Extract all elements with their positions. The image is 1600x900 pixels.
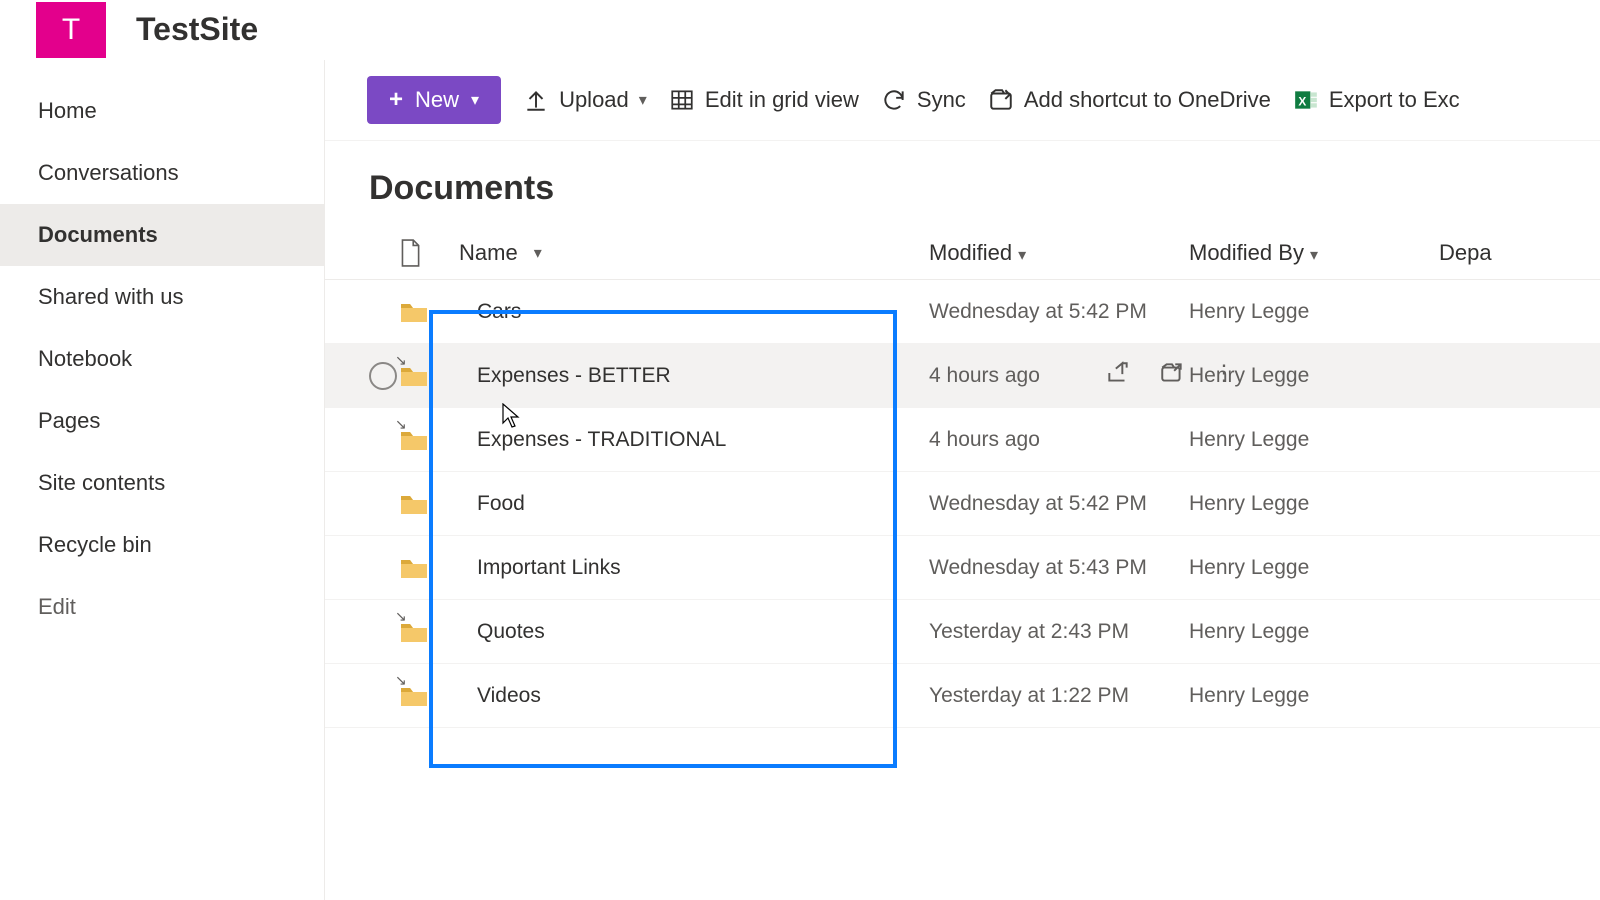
edit-grid-label: Edit in grid view (705, 87, 859, 113)
grid-icon (669, 87, 695, 113)
tick-mark: ↘ (395, 352, 407, 369)
chevron-down-icon: ▾ (534, 243, 542, 263)
folder-icon (399, 556, 429, 580)
site-title[interactable]: TestSite (136, 11, 258, 48)
row-modified: Wednesday at 5:43 PM (929, 556, 1189, 580)
row-modified: Yesterday at 1:22 PM (929, 684, 1189, 708)
tick-mark: ↘ (395, 672, 407, 689)
add-shortcut-label: Add shortcut to OneDrive (1024, 87, 1271, 113)
row-select-ring[interactable] (369, 362, 397, 390)
export-button[interactable]: X Export to Exc (1293, 87, 1460, 113)
chevron-down-icon: ▾ (471, 90, 479, 110)
site-header: T TestSite (0, 0, 1600, 60)
shortcut-icon (988, 87, 1014, 113)
chevron-down-icon: ▾ (1018, 247, 1026, 264)
tick-mark: ↘ (395, 608, 407, 625)
toolbar: + New ▾ Upload ▾ Edit in grid view Sync … (325, 60, 1600, 141)
sidebar-item-pages[interactable]: Pages (0, 390, 324, 452)
sidebar-item-home[interactable]: Home (0, 80, 324, 142)
row-modified: Wednesday at 5:42 PM (929, 492, 1189, 516)
sync-icon (881, 87, 907, 113)
row-name[interactable]: Quotes (477, 620, 545, 644)
upload-button[interactable]: Upload ▾ (523, 87, 647, 113)
row-modified-by: Henry Legge (1189, 492, 1439, 516)
row-name[interactable]: Cars (477, 300, 521, 324)
svg-text:X: X (1298, 94, 1306, 108)
row-name[interactable]: Videos (477, 684, 541, 708)
row-modified-by: Henry Legge (1189, 620, 1439, 644)
upload-label: Upload (559, 87, 629, 113)
site-logo[interactable]: T (36, 2, 106, 58)
add-shortcut-button[interactable]: Add shortcut to OneDrive (988, 87, 1271, 113)
table-row[interactable]: ↘VideosYesterday at 1:22 PMHenry Legge⋮ (325, 664, 1600, 728)
sync-label: Sync (917, 87, 966, 113)
more-actions-icon[interactable]: ⋮ (1213, 360, 1237, 392)
export-label: Export to Exc (1329, 87, 1460, 113)
sidebar-item-site-contents[interactable]: Site contents (0, 452, 324, 514)
table-header: Name▾ Modified▾ Modified By▾ Depa (325, 226, 1600, 280)
row-modified: 4 hours ago (929, 428, 1189, 452)
table-row[interactable]: ↘ Expenses - TRADITIONAL 4 hours agoHenry … (325, 408, 1600, 472)
chevron-down-icon: ▾ (1310, 247, 1318, 264)
column-header-modified-by[interactable]: Modified By▾ (1189, 240, 1439, 266)
sidebar-item-shared-with-us[interactable]: Shared with us (0, 266, 324, 328)
documents-table: Name▾ Modified▾ Modified By▾ Depa Cars We… (325, 226, 1600, 728)
column-header-modified[interactable]: Modified▾ (929, 240, 1189, 266)
row-modified-by: Henry Legge (1189, 428, 1439, 452)
row-name[interactable]: Expenses - TRADITIONAL (477, 428, 726, 452)
upload-icon (523, 87, 549, 113)
row-modified-by: Henry Legge (1189, 556, 1439, 580)
tick-mark: ↘ (395, 416, 407, 433)
new-button-label: New (415, 87, 459, 113)
column-header-name[interactable]: Name▾ (459, 240, 929, 266)
sidebar-item-notebook[interactable]: Notebook (0, 328, 324, 390)
row-actions: ⋮ (1105, 360, 1237, 392)
file-type-icon[interactable] (399, 239, 421, 267)
main: + New ▾ Upload ▾ Edit in grid view Sync … (325, 60, 1600, 900)
chevron-down-icon: ▾ (639, 90, 647, 110)
table-row[interactable]: CarsWednesday at 5:42 PMHenry Legge⋮ (325, 280, 1600, 344)
row-name[interactable]: Important Links (477, 556, 621, 580)
excel-icon: X (1293, 87, 1319, 113)
sidebar-item-recycle-bin[interactable]: Recycle bin (0, 514, 324, 576)
sidebar: Home Conversations Documents Shared with… (0, 60, 325, 900)
row-modified: Wednesday at 5:42 PM (929, 300, 1189, 324)
folder-icon (399, 492, 429, 516)
row-modified: Yesterday at 2:43 PM (929, 620, 1189, 644)
table-row[interactable]: FoodWednesday at 5:42 PMHenry Legge⋮ (325, 472, 1600, 536)
open-location-icon[interactable] (1159, 360, 1185, 392)
table-row[interactable]: Important Links Wednesday at 5:43 PMHenry… (325, 536, 1600, 600)
sidebar-edit[interactable]: Edit (0, 576, 324, 638)
share-icon[interactable] (1105, 360, 1131, 392)
table-row[interactable]: ↘Expenses - BETTER4 hours agoHenry Legge… (325, 344, 1600, 408)
page-title: Documents (325, 141, 1600, 226)
row-modified-by: Henry Legge (1189, 684, 1439, 708)
row-modified-by: Henry Legge (1189, 300, 1439, 324)
sidebar-item-conversations[interactable]: Conversations (0, 142, 324, 204)
folder-icon (399, 300, 429, 324)
row-name[interactable]: Food (477, 492, 525, 516)
sync-button[interactable]: Sync (881, 87, 966, 113)
edit-grid-button[interactable]: Edit in grid view (669, 87, 859, 113)
row-name[interactable]: Expenses - BETTER (477, 364, 671, 388)
plus-icon: + (389, 86, 403, 114)
table-row[interactable]: ↘QuotesYesterday at 2:43 PMHenry Legge⋮ (325, 600, 1600, 664)
new-button[interactable]: + New ▾ (367, 76, 501, 124)
sidebar-item-documents[interactable]: Documents (0, 204, 324, 266)
column-header-extra[interactable]: Depa (1439, 240, 1600, 266)
